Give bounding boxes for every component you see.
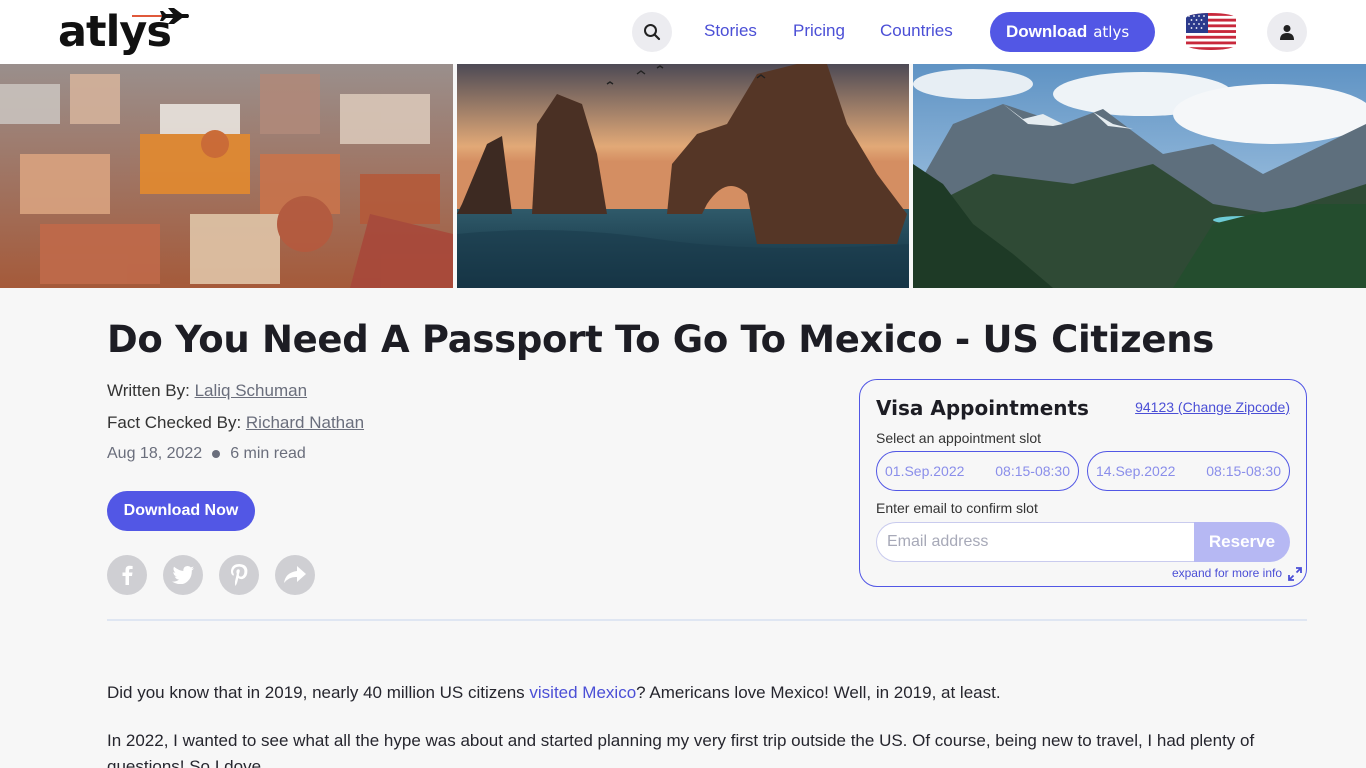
nav-countries[interactable]: Countries — [880, 21, 953, 41]
date-row: Aug 18, 2022 6 min read — [107, 445, 306, 463]
expand-icon[interactable] — [1288, 567, 1302, 581]
plane-icon — [132, 8, 189, 24]
read-time: 6 min read — [230, 445, 306, 462]
account-button[interactable] — [1267, 12, 1307, 52]
para1-text-start: Did you know that in 2019, nearly 40 mil… — [107, 683, 530, 702]
atlys-logo[interactable]: atlys — [58, 4, 190, 62]
author-link[interactable]: Laliq Schuman — [195, 381, 307, 400]
generic-share-button[interactable] — [275, 555, 315, 595]
fact-check-row: Fact Checked By: Richard Nathan — [107, 413, 364, 433]
hero-image-mountains — [913, 64, 1366, 288]
slot-date: 14.Sep.2022 — [1096, 463, 1176, 479]
us-flag-icon[interactable] — [1186, 13, 1236, 50]
email-input[interactable] — [876, 522, 1196, 562]
share-icon — [284, 566, 306, 583]
download-now-button[interactable]: Download Now — [107, 491, 255, 531]
slot-date: 01.Sep.2022 — [885, 463, 965, 479]
article-paragraph-2: In 2022, I wanted to see what all the hy… — [107, 731, 1255, 768]
site-header: atlys Stories Pricing Countries Download… — [0, 0, 1366, 64]
search-icon — [644, 24, 661, 41]
download-label: Download — [1006, 22, 1088, 41]
twitter-share-button[interactable] — [163, 555, 203, 595]
author-row: Written By: Laliq Schuman — [107, 381, 307, 401]
visa-appointments-card: Visa Appointments 94123 (Change Zipcode)… — [859, 379, 1307, 587]
change-zipcode-link[interactable]: 94123 (Change Zipcode) — [1135, 399, 1290, 415]
visa-title: Visa Appointments — [876, 396, 1089, 420]
slot-time: 08:15-08:30 — [1206, 463, 1281, 479]
article-title: Do You Need A Passport To Go To Mexico -… — [107, 318, 1214, 361]
fact-checked-label: Fact Checked By: — [107, 413, 242, 432]
email-label: Enter email to confirm slot — [876, 500, 1038, 516]
slot-time: 08:15-08:30 — [995, 463, 1070, 479]
pinterest-icon — [230, 564, 248, 586]
nav-stories[interactable]: Stories — [704, 21, 757, 41]
nav-pricing[interactable]: Pricing — [793, 21, 845, 41]
slot-label: Select an appointment slot — [876, 430, 1041, 446]
hero-image-cabo-arch — [457, 64, 909, 288]
visited-mexico-link[interactable]: visited Mexico — [529, 683, 636, 702]
search-button[interactable] — [632, 12, 672, 52]
facebook-share-button[interactable] — [107, 555, 147, 595]
expand-info-link[interactable]: expand for more info — [1172, 566, 1282, 580]
twitter-icon — [172, 566, 194, 584]
reserve-button[interactable]: Reserve — [1194, 522, 1290, 562]
appointment-slot-1[interactable]: 01.Sep.2022 08:15-08:30 — [876, 451, 1079, 491]
download-atlys-logo: atlys — [1093, 23, 1130, 41]
para1-text-end: ? Americans love Mexico! Well, in 2019, … — [636, 683, 1001, 702]
download-button[interactable]: Download atlys — [990, 12, 1155, 52]
facebook-icon — [122, 565, 133, 585]
section-divider — [107, 619, 1307, 621]
separator-dot — [212, 450, 221, 458]
appointment-slot-2[interactable]: 14.Sep.2022 08:15-08:30 — [1087, 451, 1290, 491]
hero-image-guanajuato — [0, 64, 453, 288]
user-icon — [1280, 25, 1294, 40]
written-by-label: Written By: — [107, 381, 190, 400]
pinterest-share-button[interactable] — [219, 555, 259, 595]
article-paragraph-1: Did you know that in 2019, nearly 40 mil… — [107, 680, 1267, 706]
publish-date: Aug 18, 2022 — [107, 445, 203, 462]
fact-checker-link[interactable]: Richard Nathan — [246, 413, 364, 432]
